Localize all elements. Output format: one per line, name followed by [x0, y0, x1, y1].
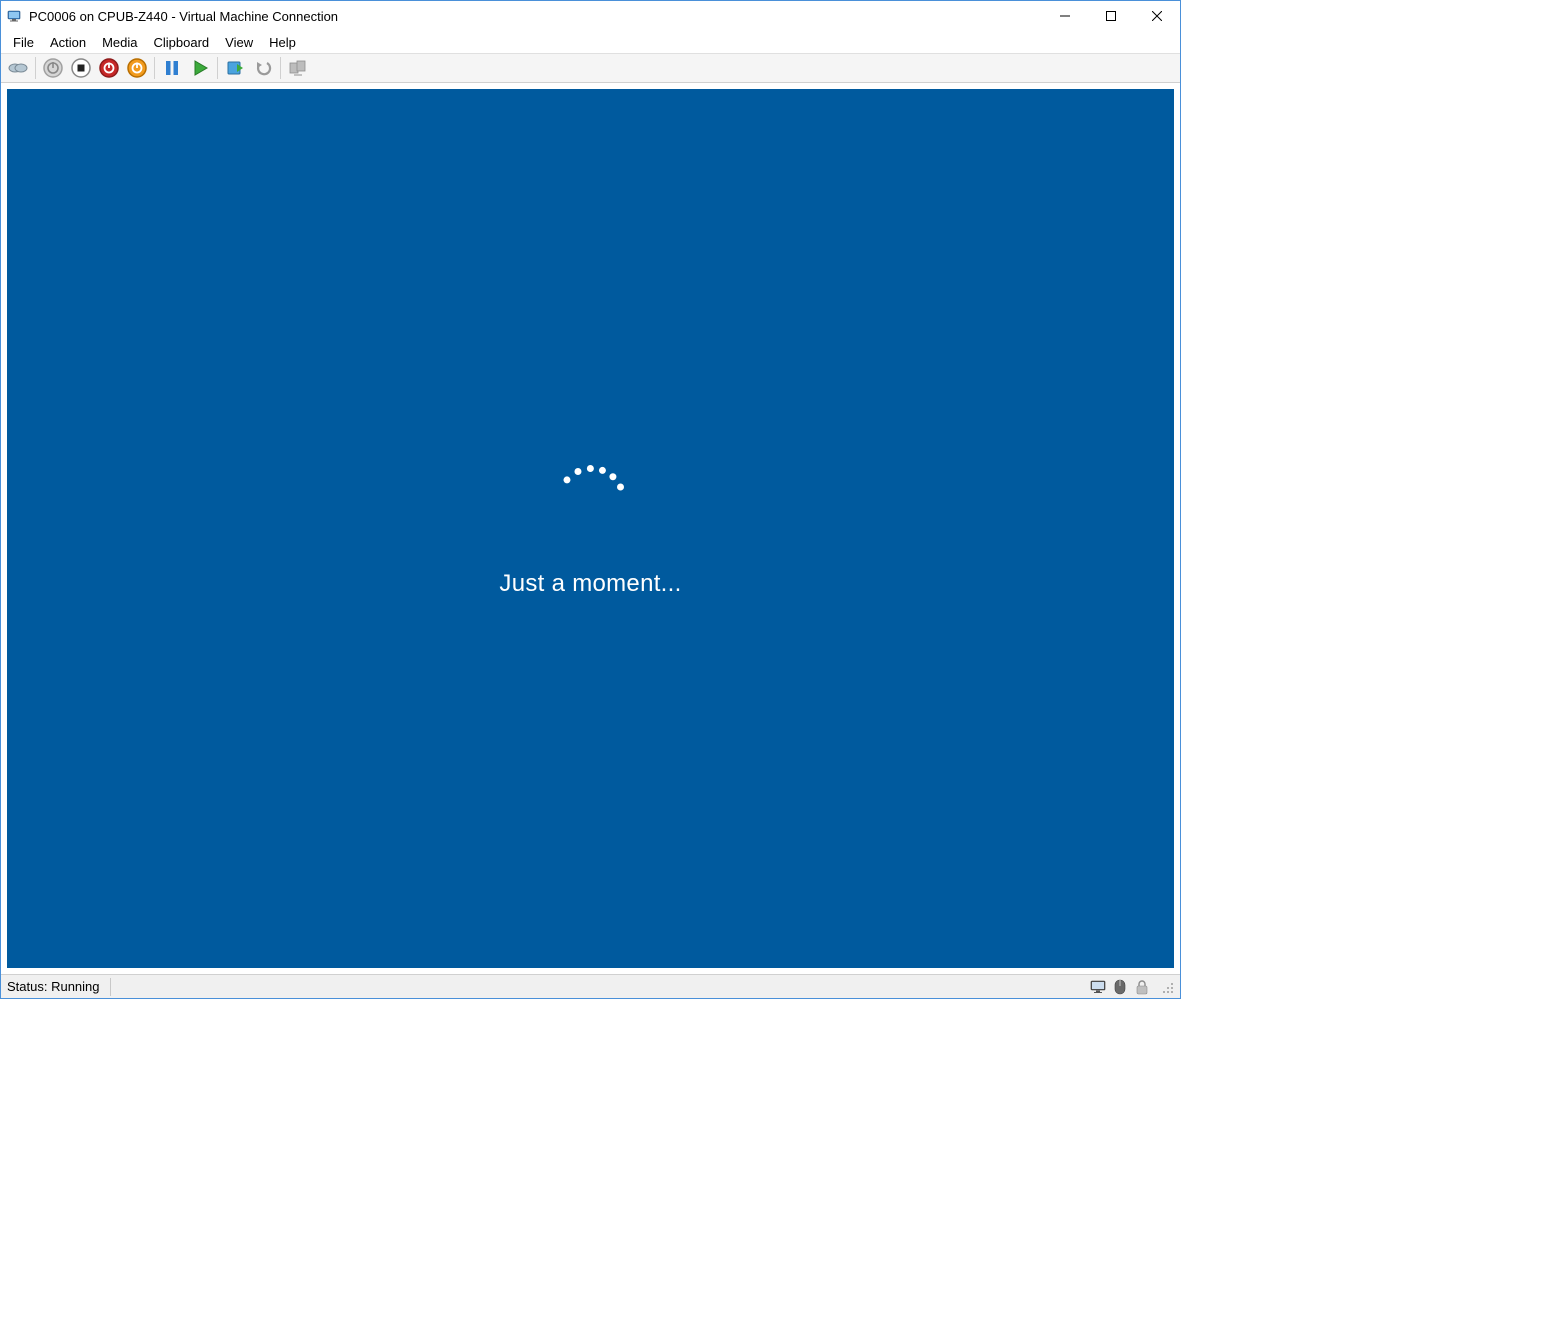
menu-media[interactable]: Media [94, 33, 145, 52]
toolbar-separator [280, 57, 281, 79]
monitor-icon [1090, 979, 1106, 995]
loading-spinner-icon [551, 460, 631, 540]
title-bar: PC0006 on CPUB-Z440 - Virtual Machine Co… [1, 1, 1180, 31]
guest-status-text: Just a moment... [499, 570, 681, 598]
menu-file[interactable]: File [5, 33, 42, 52]
ctrl-alt-del-button[interactable] [5, 55, 31, 81]
minimize-button[interactable] [1042, 1, 1088, 31]
revert-button[interactable] [250, 55, 276, 81]
menu-view[interactable]: View [217, 33, 261, 52]
mouse-icon [1112, 979, 1128, 995]
menu-action[interactable]: Action [42, 33, 94, 52]
resize-grip[interactable] [1160, 980, 1174, 994]
vm-connection-window: PC0006 on CPUB-Z440 - Virtual Machine Co… [0, 0, 1181, 999]
menu-bar: File Action Media Clipboard View Help [1, 31, 1180, 53]
toolbar-separator [217, 57, 218, 79]
lock-icon [1134, 979, 1150, 995]
window-title: PC0006 on CPUB-Z440 - Virtual Machine Co… [29, 9, 1042, 24]
share-button[interactable] [285, 55, 311, 81]
shutdown-button[interactable] [68, 55, 94, 81]
status-bar: Status: Running [1, 974, 1180, 998]
turn-off-button[interactable] [40, 55, 66, 81]
toolbar [1, 53, 1180, 83]
start-button[interactable] [187, 55, 213, 81]
guest-viewport-frame: Just a moment... [1, 83, 1180, 974]
checkpoint-button[interactable] [222, 55, 248, 81]
status-icons [1090, 979, 1174, 995]
status-separator [110, 978, 111, 996]
toolbar-separator [154, 57, 155, 79]
reset-button[interactable] [124, 55, 150, 81]
stop-button[interactable] [96, 55, 122, 81]
pause-button[interactable] [159, 55, 185, 81]
menu-clipboard[interactable]: Clipboard [146, 33, 218, 52]
window-controls [1042, 1, 1180, 31]
status-text: Status: Running [7, 979, 100, 994]
toolbar-separator [35, 57, 36, 79]
guest-screen[interactable]: Just a moment... [7, 89, 1174, 968]
app-icon [7, 8, 23, 24]
maximize-button[interactable] [1088, 1, 1134, 31]
menu-help[interactable]: Help [261, 33, 304, 52]
close-button[interactable] [1134, 1, 1180, 31]
